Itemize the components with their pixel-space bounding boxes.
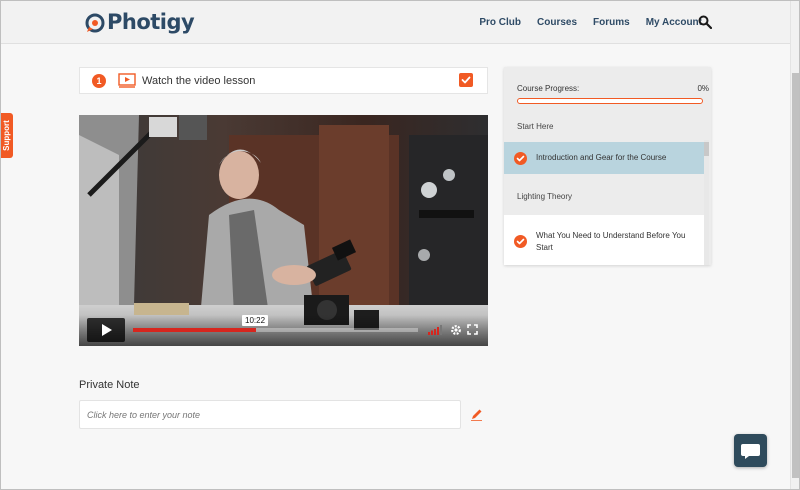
step-label: Watch the video lesson [142,75,256,87]
play-icon [102,324,112,336]
panel-scroll-thumb[interactable] [704,142,709,156]
support-label: Support [2,120,12,151]
check-icon [461,76,471,84]
section-lighting-theory[interactable]: Lighting Theory [504,182,704,212]
completed-check-icon [514,152,527,165]
logo-text: Photigy [107,10,195,34]
video-frame [79,115,488,346]
course-progress-value: 0% [697,84,709,93]
main-nav: Pro Club Courses Forums My Account [463,17,702,28]
chat-button[interactable] [734,434,767,467]
video-player[interactable]: 10:22 [79,115,488,346]
step-complete-checkbox[interactable] [459,73,473,87]
logo[interactable]: Photigy [85,8,195,36]
completed-check-icon [514,235,527,248]
chat-icon [741,444,760,459]
private-note-input[interactable] [79,400,461,429]
section-start-here[interactable]: Start Here [504,112,704,142]
lesson-label: What You Need to Understand Before You S… [536,231,686,252]
step-number: 1 [92,74,106,88]
fullscreen-icon[interactable] [467,324,478,335]
search-icon[interactable] [698,15,712,29]
nav-forums[interactable]: Forums [593,17,630,28]
nav-pro-club[interactable]: Pro Club [479,17,521,28]
course-panel: Course Progress: 0% Start Here Introduct… [504,67,711,265]
play-button[interactable] [87,318,125,342]
volume-icon[interactable] [428,324,442,335]
lesson-item[interactable]: What You Need to Understand Before You S… [504,215,704,265]
lesson-item[interactable]: Introduction and Gear for the Course [504,142,704,174]
course-progress-label: Course Progress: [517,84,580,93]
time-tooltip: 10:22 [242,315,269,326]
video-controls: 10:22 [79,315,488,346]
video-progress-bar[interactable] [133,328,418,332]
section-title: Start Here [517,122,554,131]
lesson-label: Introduction and Gear for the Course [536,153,667,162]
settings-icon[interactable] [450,324,462,336]
panel-scrollbar[interactable] [704,140,709,265]
lesson-step: 1 Watch the video lesson [79,67,488,94]
page-scroll-thumb[interactable] [792,73,799,478]
private-note-title: Private Note [79,379,140,391]
site-header: Photigy Pro Club Courses Forums My Accou… [1,1,790,44]
support-tab[interactable]: Support [0,113,13,158]
course-progress-bar [517,98,703,104]
video-lesson-icon [118,73,136,88]
page-scrollbar[interactable] [790,1,799,489]
nav-courses[interactable]: Courses [537,17,577,28]
logo-icon [85,13,105,33]
video-progress-fill [133,328,256,332]
section-title: Lighting Theory [517,192,572,201]
pencil-icon[interactable] [470,408,483,421]
nav-my-account[interactable]: My Account [646,17,702,28]
